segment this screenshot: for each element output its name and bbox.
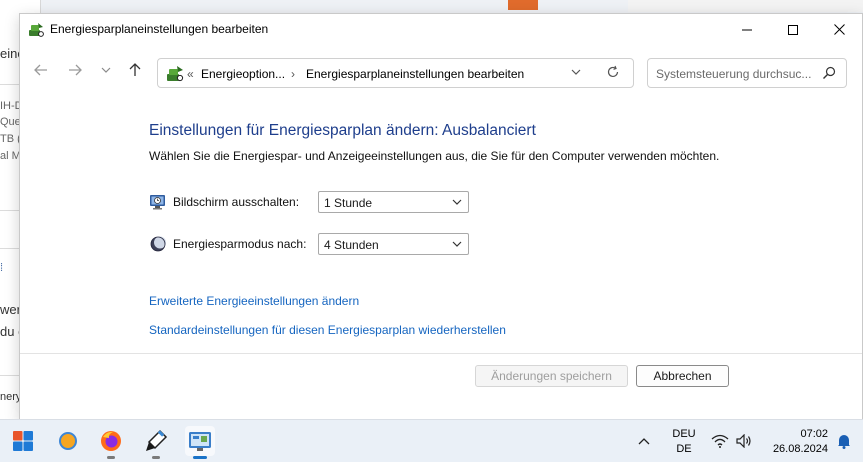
- maximize-button[interactable]: [770, 14, 816, 45]
- firefox-icon: [101, 431, 121, 451]
- back-button[interactable]: [30, 59, 52, 81]
- clock-date: 26.08.2024: [772, 443, 828, 455]
- background-text: al M: [0, 150, 21, 162]
- sleep-value: 4 Stunden: [324, 238, 379, 252]
- search-input[interactable]: Systemsteuerung durchsuc...: [647, 58, 847, 88]
- weather-sun-icon: [59, 432, 77, 450]
- turn-off-display-label: Bildschirm ausschalten:: [173, 195, 300, 209]
- breadcrumb-overflow[interactable]: «: [187, 67, 194, 81]
- title-bar[interactable]: Energiesparplaneinstellungen bearbeiten: [20, 14, 862, 45]
- search-icon[interactable]: [822, 66, 836, 80]
- background-text: wer: [0, 302, 21, 317]
- navigation-bar: « Energieoption... › Energiesparplaneins…: [20, 45, 862, 95]
- bell-icon: [838, 435, 850, 449]
- breadcrumb-power-options[interactable]: Energieoption...: [201, 67, 285, 81]
- window-title: Energiesparplaneinstellungen bearbeiten: [50, 22, 269, 36]
- chevron-down-icon: [101, 67, 111, 73]
- maximize-icon: [788, 24, 798, 35]
- moon-icon: [150, 236, 166, 252]
- speaker-icon: [736, 434, 751, 448]
- keyboard-layout-code: DE: [676, 443, 692, 455]
- taskbar-weather[interactable]: [53, 426, 83, 456]
- up-button[interactable]: [124, 59, 146, 81]
- running-indicator: [152, 456, 160, 459]
- divider: [20, 353, 862, 354]
- power-options-icon: [29, 23, 44, 37]
- background-text: Que: [0, 116, 21, 128]
- volume-control[interactable]: [732, 426, 756, 456]
- arrow-left-icon: [34, 64, 47, 76]
- page-title: Einstellungen für Energiesparplan ändern…: [149, 122, 536, 139]
- save-changes-button[interactable]: Änderungen speichern: [475, 365, 628, 387]
- recent-locations-button[interactable]: [95, 59, 117, 81]
- monitor-clock-icon: [150, 195, 165, 210]
- sleep-label: Energiesparmodus nach:: [173, 237, 307, 251]
- running-indicator: [193, 456, 207, 459]
- pen-tool-icon: [146, 429, 168, 451]
- taskbar: DEU DE 07:02 26.08.2024: [0, 419, 863, 462]
- background-window-tab: [508, 0, 538, 10]
- language-code: DEU: [672, 428, 696, 440]
- minimize-button[interactable]: [724, 14, 770, 45]
- arrow-up-icon: [129, 63, 141, 76]
- start-button[interactable]: [8, 426, 38, 456]
- power-options-icon: [167, 66, 184, 82]
- close-icon: [833, 24, 845, 35]
- minimize-icon: [742, 29, 752, 30]
- taskbar-pen-app[interactable]: [141, 426, 171, 459]
- sleep-select[interactable]: 4 Stunden: [318, 233, 469, 255]
- show-hidden-icons-button[interactable]: [632, 426, 656, 456]
- chevron-down-icon[interactable]: [570, 66, 582, 78]
- clock-time: 07:02: [800, 428, 828, 440]
- restore-defaults-link[interactable]: Standardeinstellungen für diesen Energie…: [149, 323, 506, 337]
- control-panel-icon: [189, 432, 211, 451]
- network-status[interactable]: [708, 426, 732, 456]
- background-window-strip: [628, 0, 863, 12]
- running-indicator: [107, 456, 115, 459]
- refresh-icon[interactable]: [606, 65, 620, 79]
- turn-off-display-value: 1 Stunde: [324, 196, 373, 210]
- breadcrumb-edit-plan[interactable]: Energiesparplaneinstellungen bearbeiten: [306, 67, 524, 81]
- search-placeholder: Systemsteuerung durchsuc...: [656, 67, 812, 81]
- grip-icon: ⁞: [0, 262, 4, 274]
- turn-off-display-select[interactable]: 1 Stunde: [318, 191, 469, 213]
- advanced-settings-link[interactable]: Erweiterte Energieeinstellungen ändern: [149, 294, 359, 308]
- arrow-right-icon: [69, 64, 82, 76]
- page-description: Wählen Sie die Energiespar- und Anzeigee…: [149, 149, 720, 163]
- notifications-button[interactable]: [832, 426, 856, 456]
- windows-logo-icon: [13, 431, 33, 451]
- close-button[interactable]: [816, 14, 862, 45]
- clock[interactable]: 07:02 26.08.2024: [764, 428, 834, 458]
- taskbar-control-panel[interactable]: [185, 426, 215, 459]
- wifi-icon: [711, 434, 729, 448]
- chevron-down-icon: [452, 241, 462, 247]
- forward-button[interactable]: [64, 59, 86, 81]
- chevron-down-icon: [452, 199, 462, 205]
- chevron-up-icon: [638, 438, 650, 445]
- input-language-indicator[interactable]: DEU DE: [666, 428, 702, 458]
- control-panel-window: Energiesparplaneinstellungen bearbeiten: [19, 13, 863, 420]
- cancel-button[interactable]: Abbrechen: [636, 365, 729, 387]
- taskbar-firefox[interactable]: [96, 426, 126, 459]
- breadcrumb-separator[interactable]: ›: [291, 67, 295, 81]
- address-bar[interactable]: « Energieoption... › Energiesparplaneins…: [157, 58, 634, 88]
